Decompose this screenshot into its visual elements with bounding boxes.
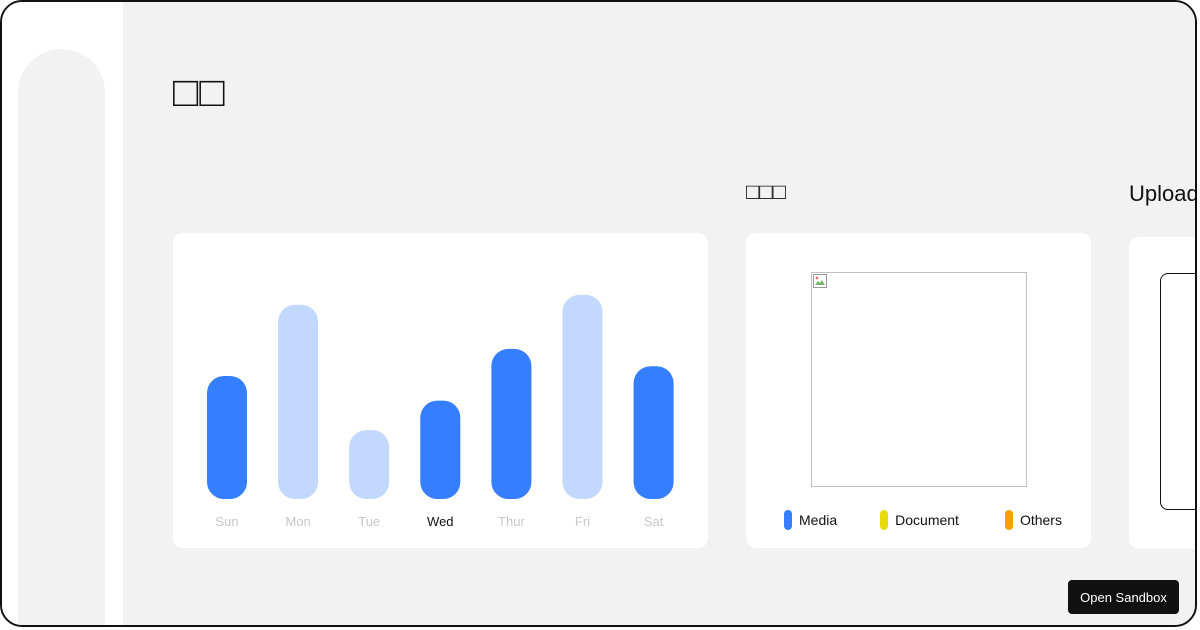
upload-drop-zone[interactable] <box>1160 273 1195 510</box>
legend-swatch <box>1004 510 1013 530</box>
upload-section-title: Upload <box>1129 181 1197 206</box>
bar-mon[interactable] <box>278 304 319 499</box>
x-tick-label-sun: Sun <box>215 514 238 529</box>
storage-section-title: □□□ <box>746 179 786 204</box>
legend-label: Document <box>895 512 959 528</box>
legend-swatch <box>784 510 792 530</box>
weekly-bar-chart: Sun Mon Tue Wed Thur Fri Sat <box>207 294 674 529</box>
bar-sat[interactable] <box>633 366 674 499</box>
main-content: □□ □□□ Upload Sun Mon Tue Wed Thur Fri Sat Med… <box>123 2 1195 625</box>
x-tick-label-tue: Tue <box>358 514 380 529</box>
legend-swatch <box>880 510 889 530</box>
legend-label: Others <box>1019 512 1062 528</box>
storage-legend: Media Document Others <box>784 510 1062 530</box>
sidebar-nav-pill <box>18 49 105 625</box>
broken-image-icon <box>813 274 827 288</box>
app-window: □□ □□□ Upload Sun Mon Tue Wed Thur Fri Sat Med… <box>0 0 1197 627</box>
bar-tue[interactable] <box>349 430 390 499</box>
x-tick-label-wed: Wed <box>427 514 454 529</box>
bar-fri[interactable] <box>562 294 603 499</box>
x-tick-label-thur: Thur <box>498 514 525 529</box>
legend-item-media: Media <box>784 510 837 530</box>
bar-sun[interactable] <box>207 376 247 499</box>
upload-card <box>1129 237 1195 549</box>
open-sandbox-button[interactable]: Open Sandbox <box>1068 580 1179 614</box>
bar-thur[interactable] <box>491 348 532 499</box>
weekly-bar-chart-card: Sun Mon Tue Wed Thur Fri Sat <box>173 233 708 548</box>
legend-item-document: Document <box>880 510 959 530</box>
x-tick-label-fri: Fri <box>575 514 590 529</box>
x-tick-label-sat: Sat <box>644 514 664 529</box>
page-title: □□ <box>173 68 226 115</box>
bar-wed[interactable] <box>420 400 461 499</box>
storage-card: Media Document Others <box>746 233 1091 548</box>
legend-label: Media <box>799 512 838 528</box>
x-tick-label-mon: Mon <box>285 514 310 529</box>
storage-pie-image <box>811 272 1027 487</box>
sidebar <box>2 2 125 625</box>
legend-item-others: Others <box>1004 510 1062 530</box>
